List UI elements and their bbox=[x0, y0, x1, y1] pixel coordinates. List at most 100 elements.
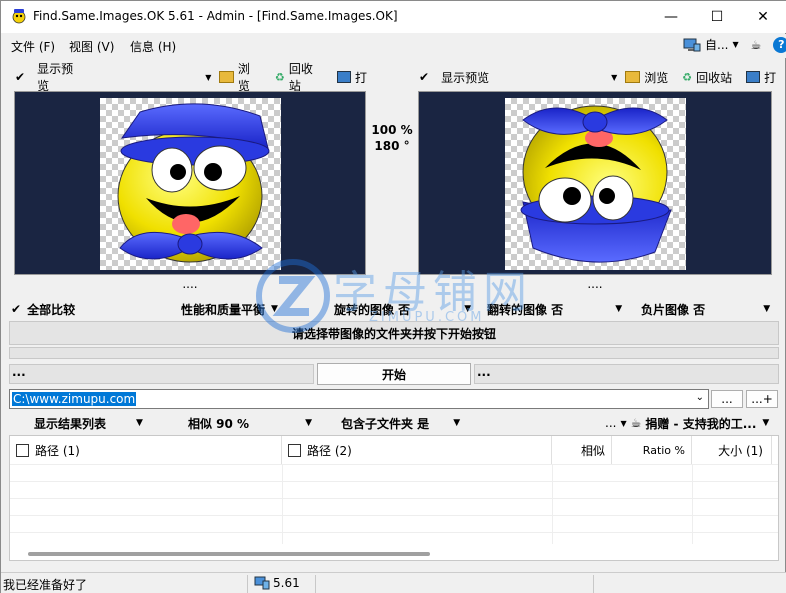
chevron-down-icon: ▼ bbox=[271, 304, 278, 314]
column-header-path1[interactable]: 路径 (1) bbox=[10, 436, 282, 464]
chevron-down-icon[interactable]: ⌄ bbox=[696, 392, 704, 403]
left-image bbox=[100, 98, 281, 270]
folder-icon[interactable] bbox=[625, 71, 641, 83]
close-button[interactable]: ✕ bbox=[740, 1, 786, 33]
progress-bar bbox=[9, 347, 779, 359]
more-label: ... bbox=[605, 416, 617, 430]
right-browse-button[interactable]: 浏览 bbox=[644, 69, 668, 86]
right-image bbox=[505, 98, 686, 270]
monitor-icon[interactable] bbox=[746, 71, 761, 83]
show-results-dropdown[interactable]: 显示结果列表 ▼ bbox=[34, 413, 162, 433]
divider bbox=[247, 575, 248, 593]
menu-bar: 文件 (F) 视图 (V) 信息 (H) bbox=[1, 34, 786, 58]
left-image-preview[interactable] bbox=[14, 91, 366, 275]
negative-dropdown[interactable]: 负片图像 否 ▼ bbox=[641, 299, 779, 319]
column-header-similar[interactable]: 相似 bbox=[552, 436, 612, 464]
chevron-down-icon: ▼ bbox=[615, 304, 623, 314]
smiley-flipped-image bbox=[520, 105, 672, 263]
smiley-hat-image bbox=[117, 103, 270, 263]
recycle-bin-icon[interactable]: ♻ bbox=[682, 71, 692, 84]
left-preview-dots: .... bbox=[182, 277, 198, 291]
zoom-label: 100 % bbox=[371, 123, 413, 137]
browse-folder-button[interactable]: ... bbox=[711, 390, 743, 408]
menu-info[interactable]: 信息 (H) bbox=[130, 38, 176, 55]
instruction-text: 请选择带图像的文件夹并按下开始按钮 bbox=[9, 321, 779, 345]
compare-all-label: 全部比较 bbox=[27, 302, 76, 317]
coffee-cup-icon[interactable]: ☕ bbox=[751, 38, 762, 52]
checkmark-icon: ✔ bbox=[11, 302, 22, 316]
left-print-button[interactable]: 打 bbox=[355, 69, 367, 86]
start-button[interactable]: 开始 bbox=[317, 363, 471, 385]
app-icon bbox=[12, 9, 26, 24]
column-path2-label: 路径 (2) bbox=[307, 443, 352, 458]
left-show-preview-label[interactable]: 显示预览 bbox=[37, 60, 83, 94]
left-recycle-button[interactable]: 回收站 bbox=[289, 60, 324, 94]
chevron-down-icon[interactable]: ▼ bbox=[611, 73, 617, 82]
left-preview-toolbar: ✔ 显示预览 ▼ 浏览 ♻ 回收站 打 bbox=[15, 62, 367, 93]
auto-menu[interactable]: 自... bbox=[705, 36, 728, 53]
chevron-down-icon: ▼ bbox=[305, 418, 313, 428]
app-window: Find.Same.Images.OK 5.61 - Admin - [Find… bbox=[0, 0, 786, 593]
right-recycle-button[interactable]: 回收站 bbox=[696, 69, 732, 86]
right-image-preview[interactable] bbox=[418, 91, 772, 275]
minimize-button[interactable]: — bbox=[648, 1, 694, 33]
computer-icon bbox=[254, 576, 270, 590]
right-print-button[interactable]: 打 bbox=[764, 69, 776, 86]
window-title: Find.Same.Images.OK 5.61 - Admin - [Find… bbox=[33, 9, 398, 23]
divider bbox=[10, 532, 778, 533]
subfolders-dropdown[interactable]: 包含子文件夹 是 ▼ bbox=[341, 413, 471, 433]
column-header-path2[interactable]: 路径 (2) bbox=[282, 436, 552, 464]
flip-dropdown[interactable]: 翻转的图像 否 ▼ bbox=[487, 299, 627, 319]
left-status-field: ... bbox=[9, 364, 314, 384]
column-path1-label: 路径 (1) bbox=[35, 443, 80, 458]
horizontal-scrollbar[interactable] bbox=[28, 552, 430, 556]
folder-icon[interactable] bbox=[219, 71, 234, 83]
subfolders-label: 包含子文件夹 是 bbox=[341, 416, 430, 431]
folder-path-input[interactable]: C:\www.zimupu.com ⌄ bbox=[9, 389, 709, 409]
right-show-preview-label[interactable]: 显示预览 bbox=[441, 69, 489, 86]
rotate-label: 旋转的图像 否 bbox=[334, 302, 411, 317]
column-header-size[interactable]: 大小 (1) bbox=[692, 436, 772, 464]
status-text: 我已经准备好了 bbox=[3, 578, 88, 592]
angle-label: 180 ° bbox=[374, 139, 410, 153]
coffee-cup-icon: ☕ bbox=[630, 416, 642, 430]
divider bbox=[552, 464, 553, 544]
flip-label: 翻转的图像 否 bbox=[487, 302, 564, 317]
divider bbox=[315, 575, 316, 593]
checkmark-icon[interactable]: ✔ bbox=[419, 70, 429, 84]
chevron-down-icon: ▼ bbox=[620, 418, 627, 428]
help-button[interactable]: ? bbox=[773, 36, 786, 53]
compare-all-dropdown[interactable]: ✔ 全部比较 bbox=[11, 299, 176, 319]
menu-view[interactable]: 视图 (V) bbox=[69, 38, 114, 55]
performance-label: 性能和质量平衡 bbox=[181, 302, 266, 317]
chevron-down-icon: ▼ bbox=[763, 304, 771, 314]
right-preview-dots: .... bbox=[587, 277, 603, 291]
maximize-button[interactable]: ☐ bbox=[694, 1, 740, 33]
menu-file[interactable]: 文件 (F) bbox=[11, 38, 55, 55]
rotate-dropdown[interactable]: 旋转的图像 否 ▼ bbox=[334, 299, 474, 319]
column-header-ratio[interactable]: Ratio % bbox=[612, 436, 692, 464]
divider bbox=[10, 464, 778, 465]
select-all-checkbox[interactable] bbox=[288, 443, 301, 457]
monitor-icon[interactable] bbox=[337, 71, 351, 83]
chevron-down-icon[interactable]: ▼ bbox=[205, 73, 211, 82]
results-table[interactable]: 路径 (1) 路径 (2) 相似 Ratio % 大小 (1) bbox=[9, 435, 779, 561]
donate-dropdown[interactable]: ... ▼ ☕ 捐赠 - 支持我的工... ▼ bbox=[605, 413, 781, 433]
performance-dropdown[interactable]: 性能和质量平衡 ▼ bbox=[181, 299, 329, 319]
divider bbox=[282, 464, 283, 544]
similarity-dropdown[interactable]: 相似 90 % ▼ bbox=[188, 413, 318, 433]
center-info-panel: 100 % 180 ° bbox=[367, 91, 417, 275]
chevron-down-icon[interactable]: ▼ bbox=[732, 40, 738, 49]
recycle-bin-icon[interactable]: ♻ bbox=[275, 71, 285, 84]
add-folder-button[interactable]: ...+ bbox=[746, 390, 778, 408]
menu-right-tools: 自... ▼ ☕ ? bbox=[683, 36, 786, 53]
left-browse-button[interactable]: 浏览 bbox=[238, 60, 261, 94]
checkmark-icon[interactable]: ✔ bbox=[15, 70, 25, 84]
status-bar: 我已经准备好了 5.61 bbox=[1, 572, 786, 593]
computer-icon[interactable] bbox=[683, 37, 701, 53]
divider bbox=[692, 464, 693, 544]
divider bbox=[593, 575, 594, 593]
select-all-checkbox[interactable] bbox=[16, 443, 29, 457]
folder-path-value: C:\www.zimupu.com bbox=[12, 392, 137, 406]
right-status-field: ... bbox=[474, 364, 779, 384]
